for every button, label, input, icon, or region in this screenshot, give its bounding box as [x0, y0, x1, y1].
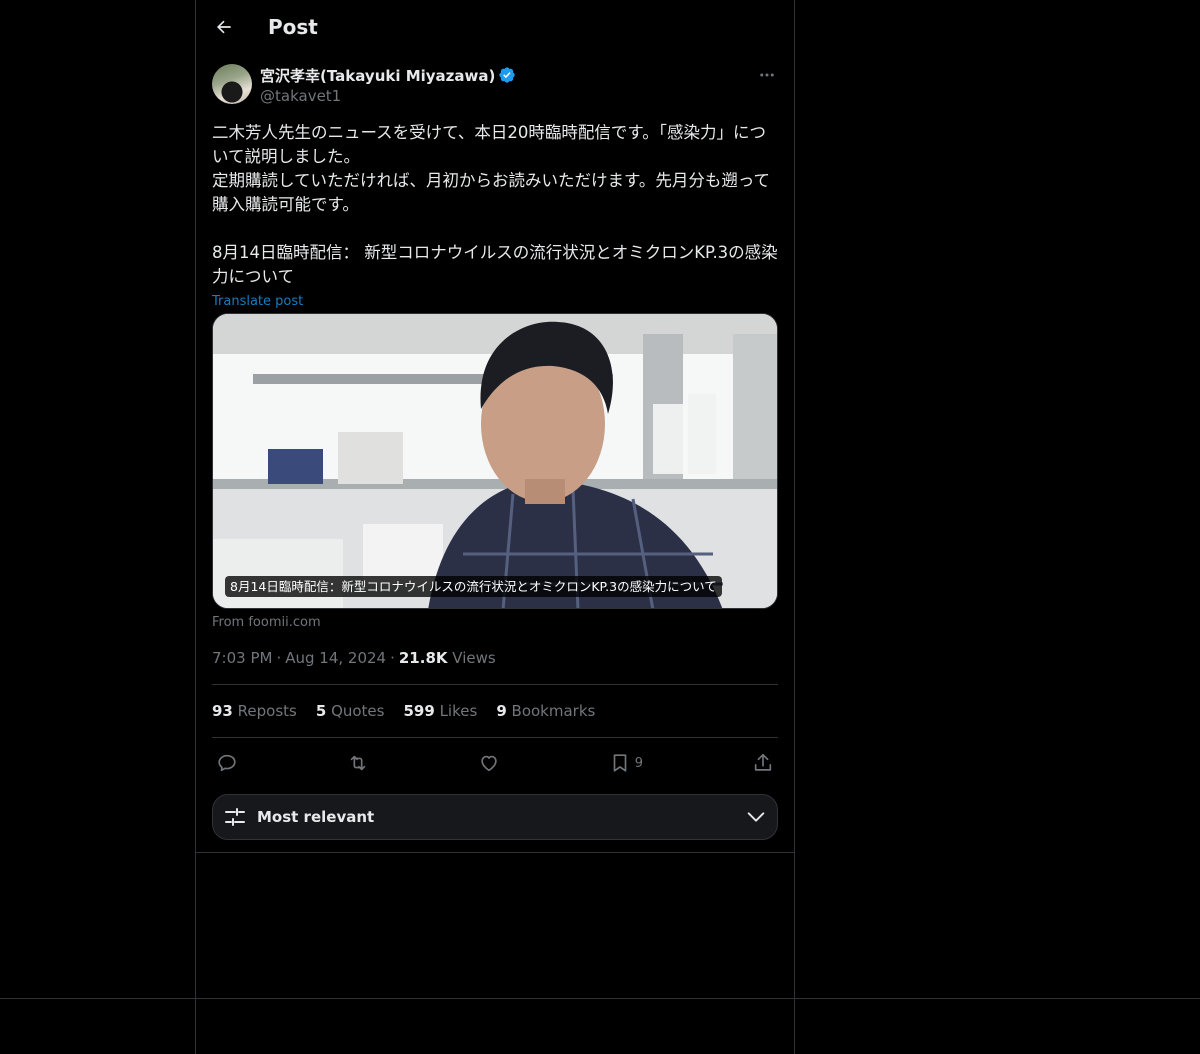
- repost-icon: [350, 755, 366, 771]
- author-handle[interactable]: @takavet1: [260, 86, 516, 106]
- chevron-down-icon: [747, 812, 765, 822]
- page-title: Post: [268, 15, 318, 39]
- media-photo: [213, 314, 777, 608]
- author-row: 宮沢孝幸(Takayuki Miyazawa) @takavet1: [212, 64, 778, 106]
- sliders-icon: [225, 808, 245, 826]
- share-button[interactable]: [752, 752, 774, 774]
- primary-column: Post 宮沢孝幸(Takayuki Miyazawa) @takavet1 二…: [195, 0, 795, 1054]
- reply-sort-dropdown[interactable]: Most relevant: [212, 794, 778, 840]
- author-display-name[interactable]: 宮沢孝幸(Takayuki Miyazawa): [260, 65, 495, 86]
- post-stats: 93 Reposts 5 Quotes 599 Likes 9 Bookmark…: [212, 685, 778, 737]
- link-card-media[interactable]: 8月14日臨時配信：新型コロナウイルスの流行状況とオミクロンKP.3の感染力につ…: [212, 313, 778, 609]
- heart-icon: [481, 755, 497, 772]
- post-text: 二木芳人先生のニュースを受けて、本日20時臨時配信です。「感染力」について説明し…: [212, 123, 778, 286]
- reply-button[interactable]: [216, 752, 238, 774]
- page-header: Post: [196, 0, 794, 54]
- likes-stat[interactable]: 599 Likes: [403, 702, 477, 720]
- share-icon: [754, 753, 772, 771]
- views-count: 21.8K: [398, 649, 448, 667]
- reply-icon: [218, 754, 236, 772]
- divider: [196, 852, 794, 853]
- post: 宮沢孝幸(Takayuki Miyazawa) @takavet1 二木芳人先生…: [212, 64, 778, 840]
- more-options-button[interactable]: [756, 64, 778, 86]
- repost-button[interactable]: [347, 752, 369, 774]
- link-source[interactable]: From foomii.com: [212, 613, 778, 633]
- more-dots-icon: [760, 73, 774, 77]
- bookmark-count: 9: [634, 755, 644, 771]
- action-bar: 9: [212, 738, 778, 788]
- views-label: Views: [452, 649, 496, 667]
- arrow-left-icon: [217, 20, 231, 34]
- post-time[interactable]: 7:03 PM: [212, 649, 272, 667]
- avatar[interactable]: [212, 64, 252, 104]
- verified-badge-icon[interactable]: [498, 66, 516, 84]
- post-date[interactable]: Aug 14, 2024: [285, 649, 386, 667]
- like-button[interactable]: [478, 752, 500, 774]
- back-button[interactable]: [206, 9, 242, 45]
- author-names: 宮沢孝幸(Takayuki Miyazawa) @takavet1: [260, 64, 516, 106]
- media-caption: 8月14日臨時配信：新型コロナウイルスの流行状況とオミクロンKP.3の感染力につ…: [225, 576, 722, 597]
- sort-label: Most relevant: [257, 808, 375, 826]
- bookmarks-stat[interactable]: 9 Bookmarks: [496, 702, 595, 720]
- translate-post-link[interactable]: Translate post: [212, 292, 778, 312]
- bookmark-button[interactable]: 9: [609, 752, 643, 774]
- quotes-stat[interactable]: 5 Quotes: [316, 702, 385, 720]
- bookmark-icon: [613, 754, 627, 772]
- reposts-stat[interactable]: 93 Reposts: [212, 702, 297, 720]
- page-divider: [0, 998, 1200, 999]
- post-meta: 7:03 PM · Aug 14, 2024 · 21.8K Views: [212, 649, 496, 667]
